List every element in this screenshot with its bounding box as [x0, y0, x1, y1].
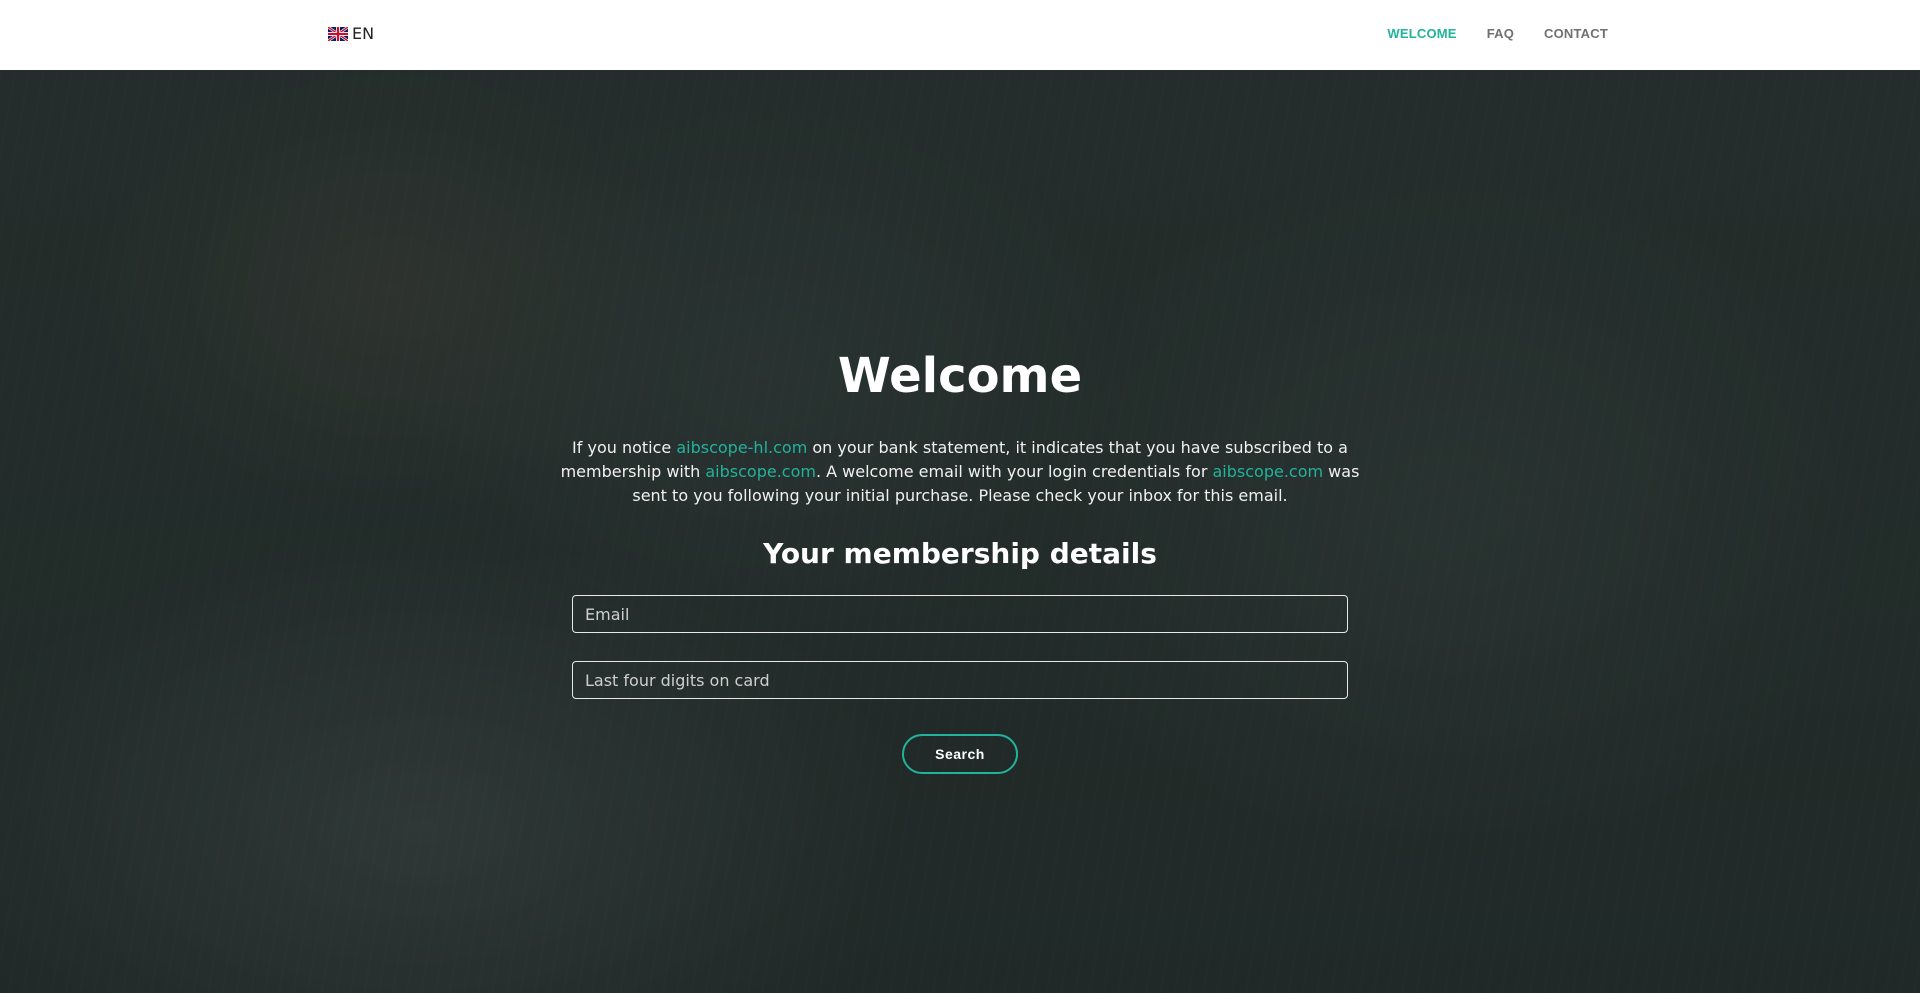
- nav-item-welcome[interactable]: WELCOME: [1387, 26, 1456, 41]
- card-last-four-field[interactable]: [572, 661, 1348, 699]
- language-selector[interactable]: EN: [328, 24, 374, 43]
- link-aibscope-hl[interactable]: aibscope-hl.com: [676, 438, 807, 457]
- main-nav: WELCOME FAQ CONTACT: [1387, 26, 1608, 41]
- intro-text-3: . A welcome email with your login creden…: [815, 462, 1213, 481]
- uk-flag-icon: [328, 26, 348, 41]
- hero-background: [0, 70, 1920, 993]
- intro-text-1: If you notice: [572, 438, 677, 457]
- search-button[interactable]: Search: [902, 734, 1018, 774]
- membership-details-heading: Your membership details: [763, 537, 1157, 570]
- top-header: EN WELCOME FAQ CONTACT: [0, 0, 1920, 70]
- language-label: EN: [352, 24, 375, 43]
- link-aibscope-1[interactable]: aibscope.com: [705, 462, 816, 481]
- page-title: Welcome: [837, 348, 1083, 404]
- link-aibscope-2[interactable]: aibscope.com: [1213, 462, 1324, 481]
- nav-item-contact[interactable]: CONTACT: [1544, 26, 1608, 41]
- nav-item-faq[interactable]: FAQ: [1487, 26, 1514, 41]
- email-field[interactable]: [572, 595, 1348, 633]
- intro-paragraph: If you notice aibscope-hl.com on your ba…: [560, 436, 1360, 508]
